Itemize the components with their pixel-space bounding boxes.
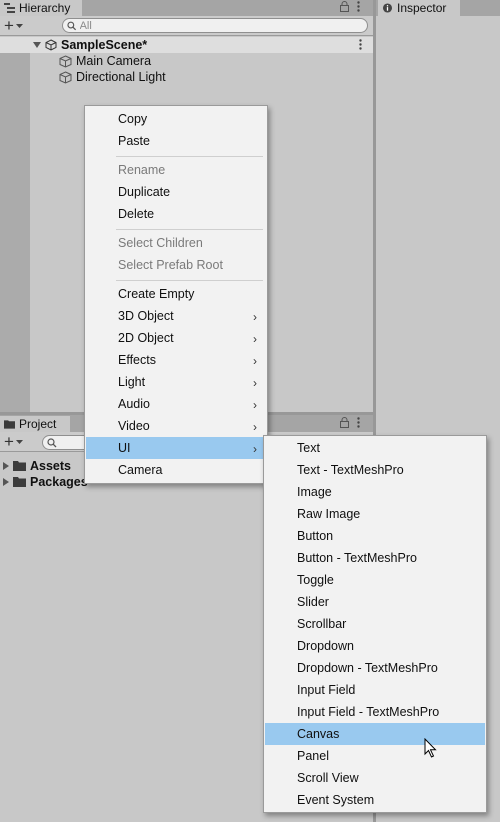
menu-item-light[interactable]: Light ›	[86, 371, 266, 393]
menu-item-audio[interactable]: Audio ›	[86, 393, 266, 415]
expand-arrow-icon[interactable]	[3, 462, 9, 470]
submenu-arrow-icon: ›	[253, 420, 257, 434]
hierarchy-item-label: Main Camera	[76, 54, 152, 68]
folder-label: Assets	[30, 459, 71, 473]
hierarchy-search-field[interactable]	[62, 18, 368, 33]
submenu-item-raw-image[interactable]: Raw Image	[265, 503, 485, 525]
project-folder-assets[interactable]: Assets	[3, 458, 71, 474]
expand-arrow-icon[interactable]	[3, 478, 9, 486]
menu-item-ui[interactable]: UI ›	[86, 437, 266, 459]
folder-label: Packages	[30, 475, 88, 489]
menu-separator	[116, 156, 263, 157]
plus-icon: +	[4, 432, 14, 451]
menu-item-create-empty[interactable]: Create Empty	[86, 283, 266, 305]
project-folder-packages[interactable]: Packages	[3, 474, 88, 490]
tab-inspector[interactable]: Inspector	[378, 0, 460, 16]
menu-item-2d-object[interactable]: 2D Object ›	[86, 327, 266, 349]
folder-icon	[13, 461, 26, 471]
submenu-arrow-icon: ›	[253, 354, 257, 368]
info-icon	[382, 3, 393, 13]
menu-item-duplicate[interactable]: Duplicate	[86, 181, 266, 203]
project-add-button[interactable]: +	[4, 433, 23, 450]
dropdown-arrow-icon	[15, 439, 23, 444]
submenu-item-canvas[interactable]: Canvas	[265, 723, 485, 745]
search-icon	[67, 21, 77, 30]
tab-project-label: Project	[19, 417, 57, 431]
submenu-item-text-textmeshpro[interactable]: Text - TextMeshPro	[265, 459, 485, 481]
gameobject-cube-icon	[59, 54, 72, 68]
submenu-item-event-system[interactable]: Event System	[265, 789, 485, 811]
submenu-arrow-icon: ›	[253, 398, 257, 412]
submenu-item-dropdown[interactable]: Dropdown	[265, 635, 485, 657]
submenu-item-text[interactable]: Text	[265, 437, 485, 459]
hierarchy-left-gutter	[0, 37, 30, 412]
menu-separator	[116, 280, 263, 281]
menu-item-effects[interactable]: Effects ›	[86, 349, 266, 371]
folder-icon	[4, 420, 15, 429]
gameobject-cube-icon	[59, 70, 72, 84]
submenu-arrow-icon: ›	[253, 442, 257, 456]
menu-item-copy[interactable]: Copy	[86, 108, 266, 130]
dropdown-arrow-icon	[15, 23, 23, 28]
menu-item-paste[interactable]: Paste	[86, 130, 266, 152]
kebab-menu-icon[interactable]	[357, 1, 360, 15]
add-button[interactable]: +	[4, 17, 23, 34]
lock-icon[interactable]	[340, 1, 349, 15]
kebab-menu-icon[interactable]	[357, 417, 360, 431]
submenu-item-slider[interactable]: Slider	[265, 591, 485, 613]
hierarchy-context-menu: Copy Paste Rename Duplicate Delete Selec…	[84, 105, 268, 484]
submenu-item-panel[interactable]: Panel	[265, 745, 485, 767]
submenu-item-scrollbar[interactable]: Scrollbar	[265, 613, 485, 635]
plus-icon: +	[4, 16, 14, 35]
menu-separator	[116, 229, 263, 230]
hierarchy-search-input[interactable]	[79, 19, 367, 32]
submenu-item-input-field[interactable]: Input Field	[265, 679, 485, 701]
ui-submenu: Text Text - TextMeshPro Image Raw Image …	[263, 435, 487, 813]
search-icon	[47, 437, 57, 447]
scene-name: SampleScene*	[61, 38, 148, 52]
scene-kebab-menu-icon[interactable]	[359, 39, 362, 53]
collapse-arrow-icon[interactable]	[33, 42, 41, 48]
submenu-arrow-icon: ›	[253, 332, 257, 346]
lock-icon[interactable]	[340, 417, 349, 431]
hierarchy-list-icon	[4, 3, 15, 13]
hierarchy-item-label: Directional Light	[76, 70, 166, 84]
submenu-item-image[interactable]: Image	[265, 481, 485, 503]
scene-header[interactable]: SampleScene*	[33, 37, 147, 53]
menu-item-camera[interactable]: Camera	[86, 459, 266, 481]
menu-item-3d-object[interactable]: 3D Object ›	[86, 305, 266, 327]
submenu-item-input-field-textmeshpro[interactable]: Input Field - TextMeshPro	[265, 701, 485, 723]
menu-item-rename: Rename	[118, 163, 166, 177]
menu-item-select-children: Select Children	[118, 236, 203, 250]
hierarchy-item-directional-light[interactable]: Directional Light	[59, 69, 166, 85]
folder-icon	[13, 477, 26, 487]
tab-inspector-label: Inspector	[397, 1, 447, 15]
submenu-arrow-icon: ›	[253, 376, 257, 390]
submenu-arrow-icon: ›	[253, 310, 257, 324]
submenu-item-dropdown-textmeshpro[interactable]: Dropdown - TextMeshPro	[265, 657, 485, 679]
menu-item-select-prefab-root: Select Prefab Root	[118, 258, 223, 272]
menu-item-delete[interactable]: Delete	[86, 203, 266, 225]
menu-item-video[interactable]: Video ›	[86, 415, 266, 437]
unity-scene-icon	[45, 39, 57, 51]
mouse-cursor-icon	[424, 738, 437, 758]
tab-hierarchy[interactable]: Hierarchy	[0, 0, 82, 16]
tab-hierarchy-label: Hierarchy	[19, 1, 71, 15]
submenu-item-button-textmeshpro[interactable]: Button - TextMeshPro	[265, 547, 485, 569]
submenu-item-toggle[interactable]: Toggle	[265, 569, 485, 591]
submenu-item-button[interactable]: Button	[265, 525, 485, 547]
submenu-item-scroll-view[interactable]: Scroll View	[265, 767, 485, 789]
tab-project[interactable]: Project	[0, 416, 70, 432]
hierarchy-item-main-camera[interactable]: Main Camera	[59, 53, 151, 69]
